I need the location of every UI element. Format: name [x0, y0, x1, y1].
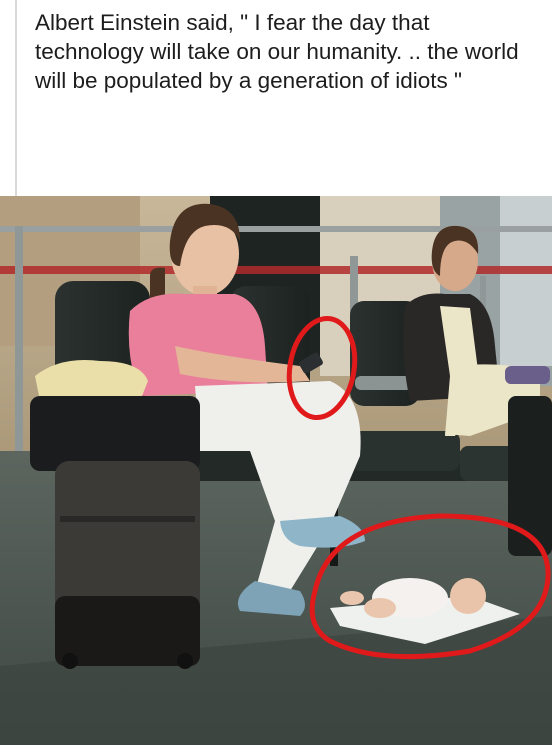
- meme-post: Albert Einstein said, " I fear the day t…: [0, 0, 552, 745]
- airport-photo: [0, 196, 552, 745]
- right-suitcase: [508, 396, 552, 556]
- quote-rule: [15, 0, 17, 196]
- post-caption: Albert Einstein said, " I fear the day t…: [35, 10, 519, 93]
- black-duffel: [30, 396, 200, 471]
